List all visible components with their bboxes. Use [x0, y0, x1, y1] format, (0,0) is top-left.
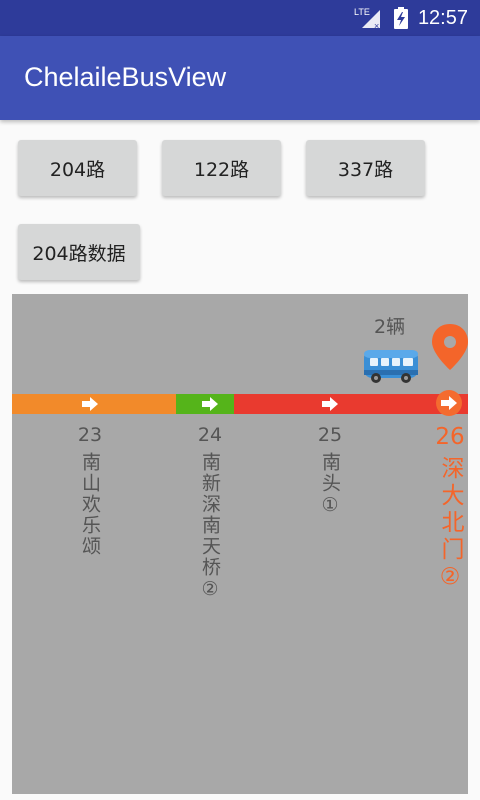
current-stop-name[interactable]: 深大北门②	[435, 456, 465, 594]
direction-arrow-icon	[82, 397, 98, 411]
stop-number: 25	[317, 424, 343, 446]
lte-signal-icon: LTE ×	[354, 7, 380, 30]
direction-arrow-icon	[202, 397, 218, 411]
route-204-button[interactable]: 204路	[18, 140, 137, 196]
route-204-data-button[interactable]: 204路数据	[18, 224, 140, 280]
stop-number: 23	[77, 424, 103, 446]
clock: 12:57	[417, 6, 468, 29]
direction-arrow-icon	[441, 396, 457, 410]
route-segment-red	[234, 394, 468, 414]
svg-text:×: ×	[374, 21, 379, 30]
stop-name[interactable]: 南头①	[318, 452, 342, 518]
stop-number: 24	[197, 424, 223, 446]
battery-charging-icon	[393, 7, 408, 29]
svg-text:LTE: LTE	[354, 7, 370, 17]
bus-icon[interactable]	[362, 346, 420, 386]
app-bar: ChelaileBusView	[0, 36, 480, 120]
status-bar: LTE × 12:57	[0, 0, 480, 36]
route-122-button[interactable]: 122路	[162, 140, 281, 196]
location-pin-icon	[432, 324, 468, 370]
route-337-button[interactable]: 337路	[306, 140, 425, 196]
status-icons: LTE × 12:57	[354, 0, 468, 36]
current-stop-number: 26	[435, 424, 465, 450]
app-title: ChelaileBusView	[24, 62, 227, 92]
stop-name[interactable]: 南新深南天桥②	[198, 452, 222, 602]
stop-name[interactable]: 南山欢乐颂	[78, 452, 102, 557]
vehicle-count: 2辆	[374, 316, 406, 338]
bus-route-view[interactable]: 2辆 23 南山欢乐颂 24 南新深南天桥② 25 南头① 26 深大北门②	[12, 294, 468, 794]
direction-arrow-icon	[322, 397, 338, 411]
